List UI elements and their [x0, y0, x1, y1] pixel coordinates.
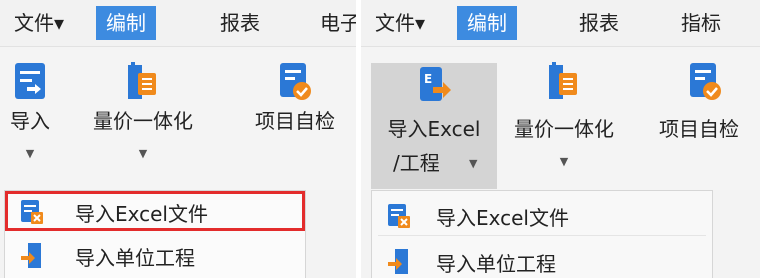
- menu-indicator[interactable]: 指标: [671, 6, 731, 40]
- chevron-down-icon[interactable]: ▼: [4, 147, 56, 161]
- menu-bar: 文件▾ 编制 报表 指标: [361, 0, 760, 47]
- menu-report[interactable]: 报表: [210, 6, 270, 40]
- ribbon: E 导入Excel /工程 ▼ 量价一体化 ▼ 项目自检: [361, 47, 760, 190]
- pricing-integration-button[interactable]: 量价一体化 ▼: [505, 59, 623, 179]
- import-dropdown-menu: 导入Excel文件 导入单位工程: [4, 190, 306, 278]
- menu-file[interactable]: 文件▾: [365, 6, 435, 40]
- left-screenshot: 文件▾ 编制 报表 电子 导入 ▼ 量价一体化 ▼ 项目自检 导入Excel文件…: [0, 0, 356, 278]
- menu-file[interactable]: 文件▾: [4, 6, 74, 40]
- menu-electronic[interactable]: 电子: [310, 6, 356, 40]
- menu-item-import-unit[interactable]: 导入单位工程: [5, 237, 305, 273]
- self-check-icon: [280, 63, 311, 100]
- menu-edit[interactable]: 编制: [96, 6, 156, 40]
- import-excel-label-line2: /工程: [393, 151, 440, 175]
- import-button[interactable]: 导入 ▼: [4, 59, 56, 179]
- self-check-label: 项目自检: [659, 117, 739, 141]
- chevron-down-icon[interactable]: ▼: [557, 155, 571, 169]
- pricing-icon: [549, 62, 577, 99]
- self-check-icon: [690, 63, 721, 100]
- chevron-down-icon[interactable]: ▼: [469, 157, 477, 171]
- unit-project-icon: [388, 249, 408, 274]
- ribbon: 导入 ▼ 量价一体化 ▼ 项目自检: [0, 47, 356, 190]
- menu-item-label: 导入单位工程: [436, 252, 556, 276]
- menu-bar: 文件▾ 编制 报表 电子: [0, 0, 356, 47]
- self-check-button[interactable]: 项目自检: [240, 59, 350, 139]
- pricing-integration-button[interactable]: 量价一体化 ▼: [84, 59, 202, 179]
- import-excel-icon: E: [420, 67, 451, 101]
- menu-separator: [378, 235, 706, 236]
- menu-item-import-unit[interactable]: 导入单位工程: [372, 243, 712, 278]
- excel-file-icon: [388, 204, 410, 228]
- menu-report[interactable]: 报表: [569, 6, 629, 40]
- import-icon: [15, 63, 45, 99]
- pricing-label: 量价一体化: [93, 109, 193, 133]
- pricing-label: 量价一体化: [514, 117, 614, 141]
- self-check-label: 项目自检: [255, 109, 335, 133]
- unit-project-icon: [21, 243, 41, 268]
- pricing-icon: [128, 62, 156, 99]
- import-excel-project-button[interactable]: E 导入Excel /工程 ▼: [371, 63, 497, 189]
- import-label: 导入: [10, 109, 50, 133]
- highlight-box: [5, 191, 305, 231]
- import-excel-label-line1: 导入Excel: [387, 117, 481, 141]
- chevron-down-icon[interactable]: ▼: [136, 147, 150, 161]
- right-screenshot: 文件▾ 编制 报表 指标 E 导入Excel /工程 ▼ 量价一体化 ▼ 项目自…: [361, 0, 760, 278]
- import-dropdown-menu: 导入Excel文件 导入单位工程: [371, 190, 713, 278]
- menu-item-import-excel[interactable]: 导入Excel文件: [372, 197, 712, 233]
- menu-item-label: 导入单位工程: [75, 246, 195, 270]
- menu-edit[interactable]: 编制: [457, 6, 517, 40]
- self-check-button[interactable]: 项目自检: [651, 59, 760, 149]
- menu-item-label: 导入Excel文件: [436, 206, 569, 230]
- svg-text:E: E: [424, 72, 432, 86]
